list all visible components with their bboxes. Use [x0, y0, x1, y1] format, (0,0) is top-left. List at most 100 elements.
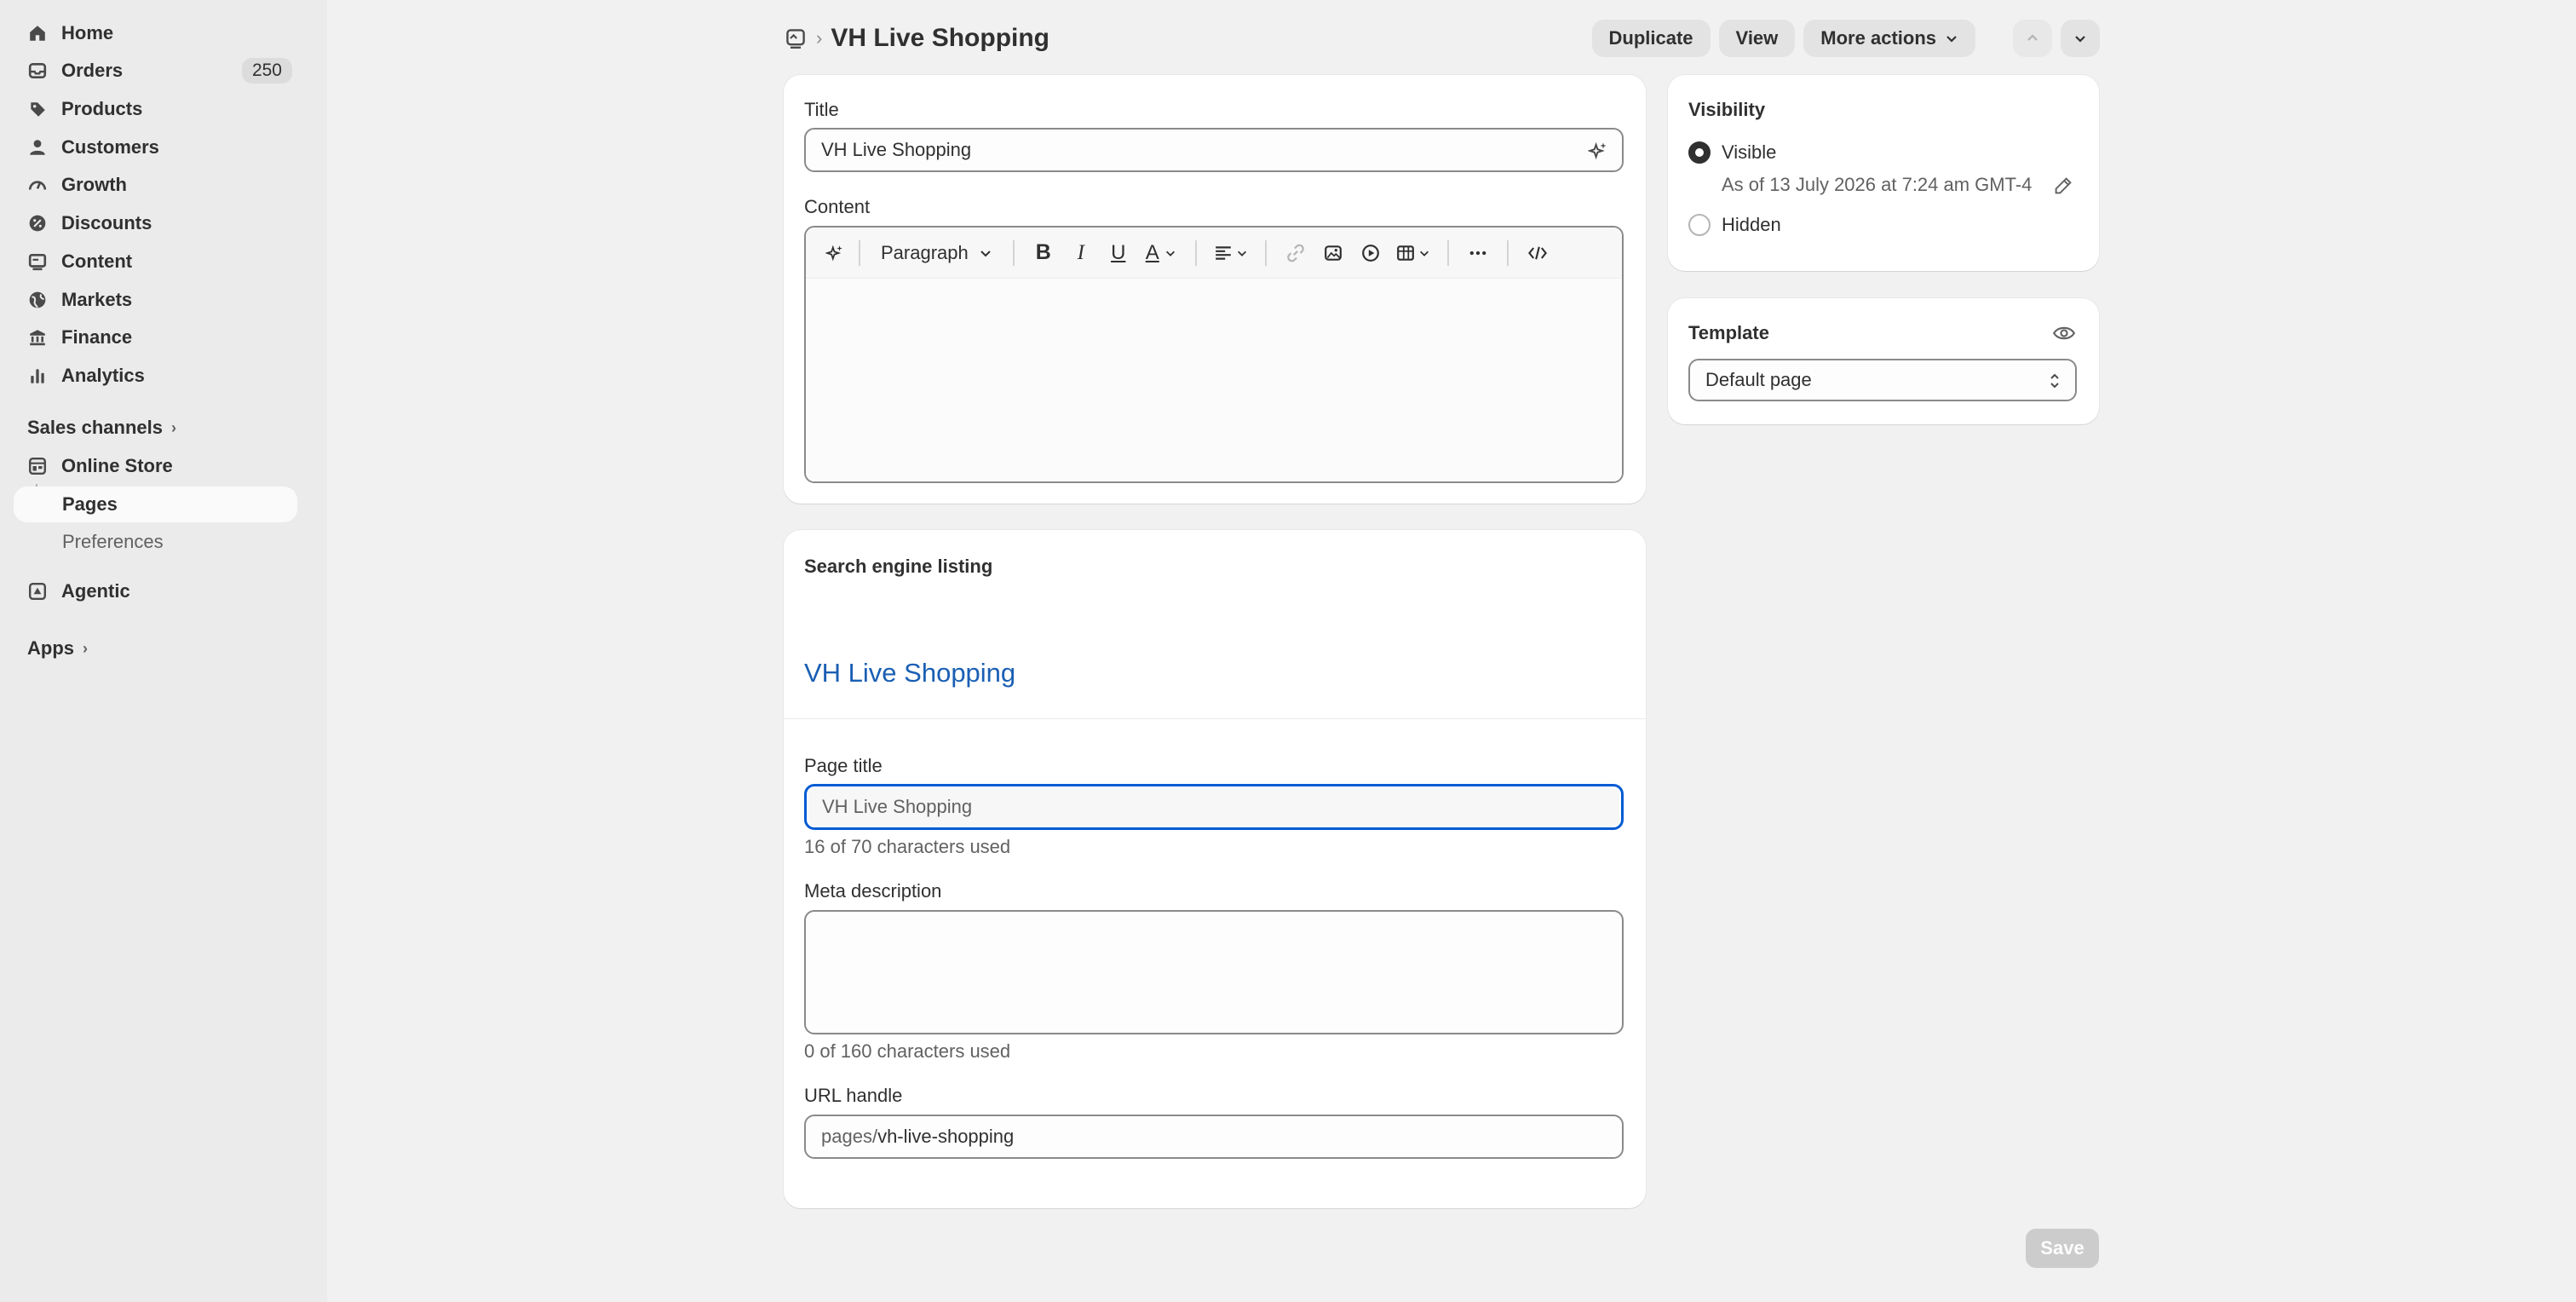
- sidebar-item-products[interactable]: Products: [14, 91, 297, 127]
- page-title-char-count: 16 of 70 characters used: [804, 836, 1011, 857]
- sidebar-item-customers[interactable]: Customers: [14, 130, 297, 165]
- previous-page-button[interactable]: [2013, 20, 2052, 57]
- hidden-label: Hidden: [1722, 214, 1781, 235]
- sidebar-item-pages[interactable]: Pages: [14, 487, 297, 522]
- more-options-icon[interactable]: [1459, 236, 1497, 270]
- sidebar-item-label: Agentic: [61, 580, 130, 602]
- seo-card: [784, 530, 1646, 1208]
- agentic-icon: [26, 579, 49, 603]
- sidebar-item-label: Online Store: [61, 455, 173, 476]
- sidebar-item-discounts[interactable]: Discounts: [14, 205, 297, 241]
- page-icon[interactable]: [784, 26, 808, 50]
- paragraph-format-label: Paragraph: [881, 241, 969, 263]
- toolbar-divider: [1446, 239, 1449, 266]
- content-icon: [26, 250, 49, 274]
- sidebar-item-analytics[interactable]: Analytics: [14, 358, 297, 394]
- template-heading: Template: [1688, 322, 1769, 343]
- sidebar-item-orders[interactable]: Orders 250: [14, 53, 297, 89]
- sidebar-item-content[interactable]: Content: [14, 244, 297, 279]
- code-icon[interactable]: [1519, 236, 1556, 270]
- save-button[interactable]: Save: [2026, 1229, 2099, 1268]
- toolbar-divider: [1506, 239, 1509, 266]
- meta-description-label: Meta description: [804, 880, 942, 902]
- chevron-right-icon: ›: [83, 639, 88, 657]
- gauge-icon: [26, 173, 49, 197]
- align-icon[interactable]: [1207, 236, 1255, 270]
- title-input-value: VH Live Shopping: [821, 139, 972, 160]
- sidebar-item-label: Home: [61, 22, 114, 43]
- orders-count-badge: 250: [241, 58, 292, 84]
- text-color-icon[interactable]: A: [1137, 236, 1185, 270]
- meta-description-char-count: 0 of 160 characters used: [804, 1040, 1011, 1062]
- sidebar-item-growth[interactable]: Growth: [14, 167, 297, 203]
- breadcrumb-separator: ›: [816, 27, 823, 49]
- table-icon[interactable]: [1389, 236, 1437, 270]
- content-label: Content: [804, 196, 871, 217]
- more-actions-label: More actions: [1820, 27, 1936, 49]
- page-header: › VH Live Shopping Duplicate View More a…: [784, 19, 2100, 58]
- template-select-value: Default page: [1705, 369, 1812, 390]
- magic-sparkle-icon[interactable]: [821, 236, 848, 270]
- person-icon: [26, 135, 49, 159]
- sidebar-item-label: Products: [61, 98, 143, 119]
- sales-channels-heading[interactable]: Sales channels ›: [27, 412, 176, 443]
- store-icon: [26, 454, 49, 478]
- chevron-right-icon: ›: [170, 418, 176, 436]
- chevron-down-icon: [2073, 32, 2087, 45]
- seo-preview-title: VH Live Shopping: [804, 658, 1016, 688]
- toolbar-divider: [1194, 239, 1197, 266]
- sidebar-item-label: Finance: [61, 326, 133, 348]
- eye-icon[interactable]: [2053, 324, 2075, 343]
- video-icon[interactable]: [1352, 236, 1389, 270]
- apps-heading[interactable]: Apps ›: [27, 633, 88, 664]
- visible-label: Visible: [1722, 141, 1777, 163]
- sidebar-item-home[interactable]: Home: [14, 15, 297, 51]
- url-handle-prefix: pages/: [821, 1126, 878, 1147]
- page-title-placeholder: VH Live Shopping: [822, 796, 973, 817]
- sidebar: Home Orders 250 Products Customers Growt…: [0, 0, 327, 1302]
- page-title-input[interactable]: VH Live Shopping: [804, 784, 1624, 830]
- underline-icon[interactable]: U: [1100, 236, 1137, 270]
- sidebar-item-label: Markets: [61, 289, 133, 310]
- toolbar-divider: [1264, 239, 1267, 266]
- title-input[interactable]: VH Live Shopping: [804, 128, 1624, 172]
- chevron-up-icon: [2026, 32, 2039, 45]
- sidebar-item-preferences[interactable]: Preferences: [14, 524, 297, 560]
- image-icon[interactable]: [1314, 236, 1352, 270]
- url-handle-value: vh-live-shopping: [877, 1126, 1015, 1147]
- discount-icon: [26, 211, 49, 235]
- sidebar-item-label: Customers: [61, 136, 159, 158]
- magic-sparkle-icon[interactable]: [1588, 141, 1608, 161]
- paragraph-format-select[interactable]: Paragraph: [871, 236, 1003, 270]
- seo-heading: Search engine listing: [804, 556, 993, 577]
- view-button[interactable]: View: [1718, 20, 1796, 57]
- sidebar-item-label: Content: [61, 251, 133, 272]
- url-handle-input[interactable]: pages/ vh-live-shopping: [804, 1115, 1624, 1159]
- sidebar-item-markets[interactable]: Markets: [14, 282, 297, 318]
- link-icon[interactable]: [1277, 236, 1314, 270]
- edit-pencil-icon[interactable]: [2053, 176, 2073, 196]
- bold-icon[interactable]: B: [1025, 236, 1062, 270]
- italic-icon[interactable]: I: [1062, 236, 1100, 270]
- next-page-button[interactable]: [2061, 20, 2100, 57]
- select-arrows-icon: [2048, 372, 2061, 390]
- editor-body[interactable]: [806, 279, 1622, 481]
- tag-icon: [26, 97, 49, 121]
- chevron-down-icon: [1945, 32, 1958, 45]
- divider: [784, 718, 1646, 719]
- title-label: Title: [804, 99, 839, 120]
- sidebar-item-finance[interactable]: Finance: [14, 320, 297, 355]
- apps-label: Apps: [27, 637, 74, 659]
- rich-text-editor[interactable]: Paragraph B I U A: [804, 226, 1624, 483]
- sidebar-item-online-store[interactable]: Online Store: [14, 448, 297, 484]
- hidden-radio[interactable]: [1688, 214, 1711, 236]
- duplicate-button[interactable]: Duplicate: [1591, 20, 1711, 57]
- more-actions-button[interactable]: More actions: [1803, 20, 1975, 57]
- meta-description-input[interactable]: [804, 910, 1624, 1034]
- visible-radio[interactable]: [1688, 141, 1711, 164]
- editor-toolbar: Paragraph B I U A: [806, 228, 1622, 279]
- sidebar-item-agentic[interactable]: Agentic: [14, 573, 297, 609]
- sidebar-item-label: Orders: [61, 60, 124, 81]
- template-select[interactable]: Default page: [1688, 359, 2077, 401]
- sidebar-item-label: Growth: [61, 174, 127, 195]
